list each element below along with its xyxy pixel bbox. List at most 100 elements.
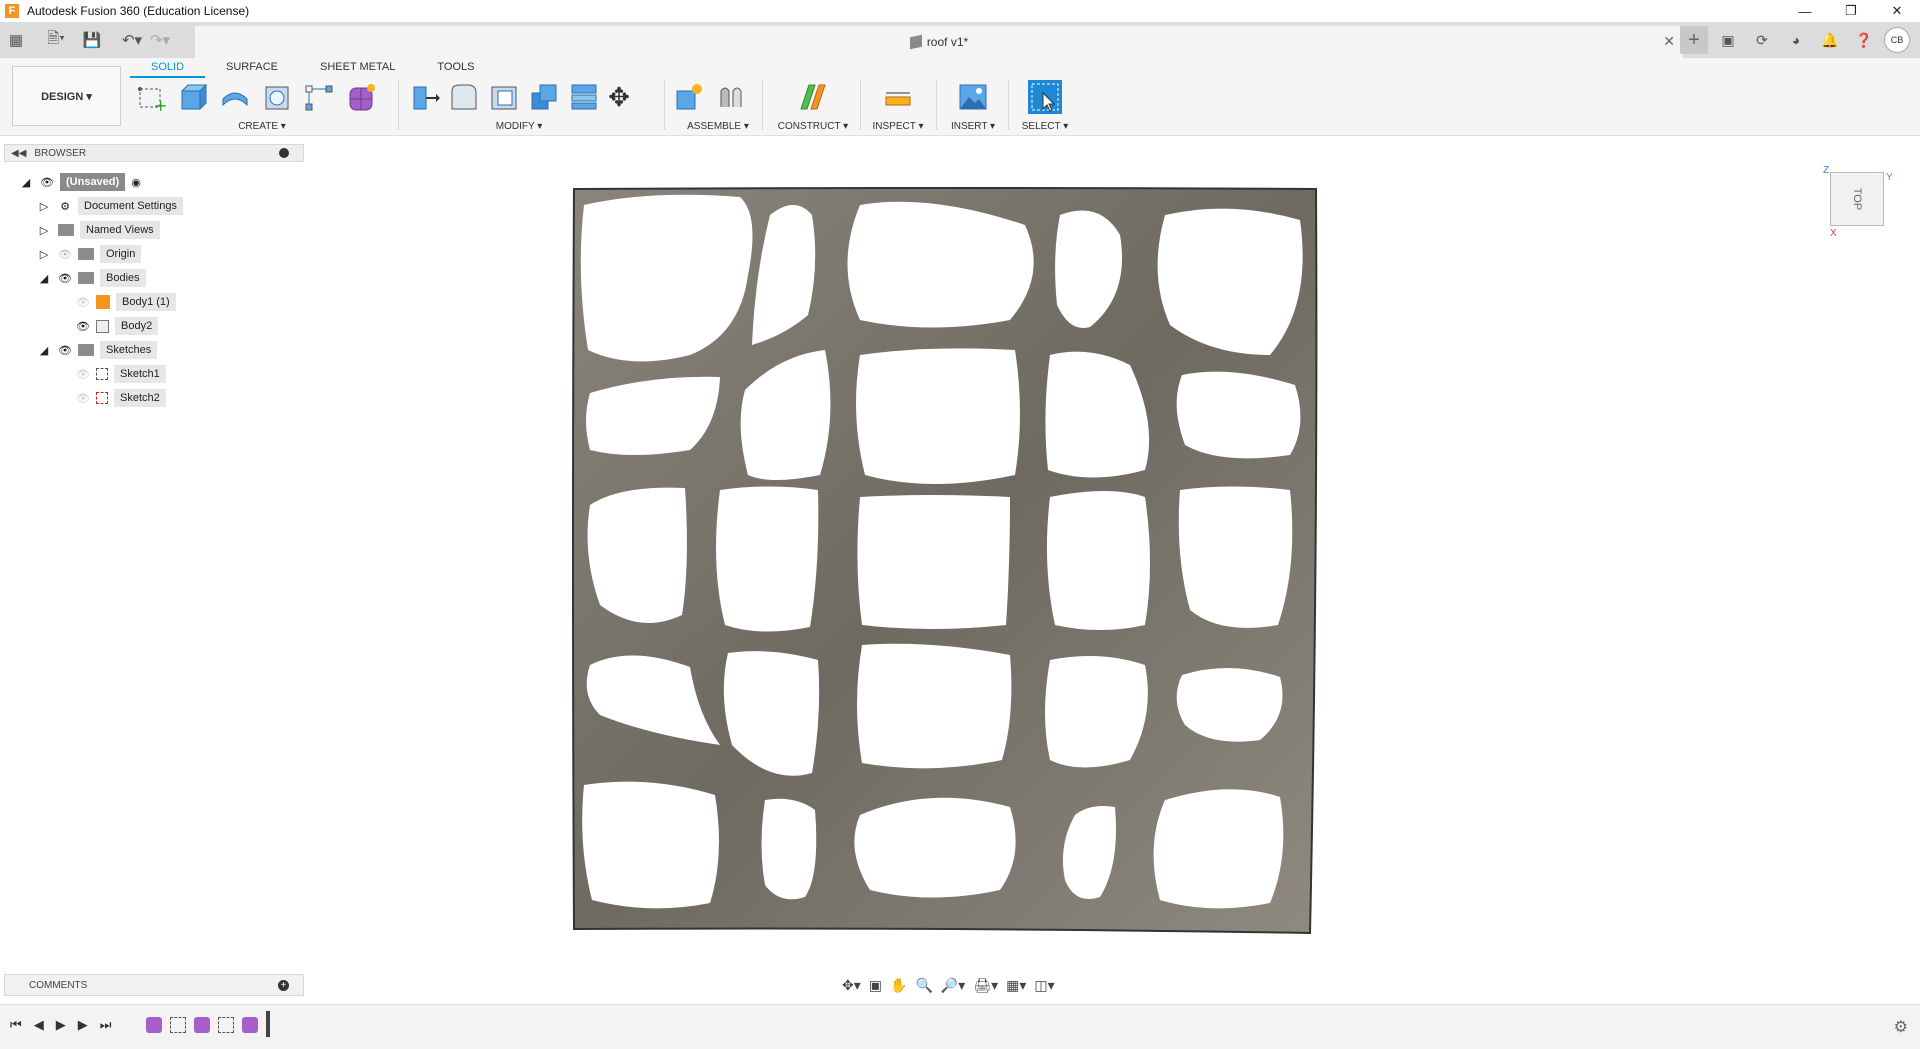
construct-menu[interactable]: CONSTRUCT ▾	[770, 121, 856, 132]
browser-minimize-icon[interactable]	[279, 148, 289, 158]
apps-grid-icon[interactable]: ▦	[2, 26, 30, 54]
pan-icon[interactable]: ✋	[890, 977, 907, 994]
visibility-eye-icon[interactable]: 👁	[58, 272, 72, 285]
select-icon[interactable]	[1028, 80, 1062, 114]
orbit-icon[interactable]: ✥▾	[842, 977, 861, 994]
step-back-icon[interactable]: ◀	[34, 1017, 44, 1033]
collapse-triangle-icon[interactable]: ◢	[20, 176, 32, 189]
tree-sketches[interactable]: ◢ 👁 Sketches	[38, 340, 158, 360]
create-form-icon[interactable]	[344, 80, 378, 114]
tree-origin[interactable]: ▷ 👁 Origin	[38, 244, 142, 264]
tree-document-settings[interactable]: ▷ ⚙ Document Settings	[38, 196, 183, 216]
play-icon[interactable]: ▶	[56, 1017, 66, 1033]
file-menu-icon[interactable]: 🗎▾	[42, 26, 70, 54]
timeline-form-feature-icon[interactable]	[146, 1017, 162, 1033]
tab-surface[interactable]: SURFACE	[205, 60, 299, 78]
restore-icon[interactable]: ❐	[1828, 0, 1874, 22]
look-at-icon[interactable]: ▣	[869, 977, 882, 994]
viewports-icon[interactable]: ◫▾	[1034, 977, 1054, 994]
tree-sketch1[interactable]: 👁 Sketch1	[76, 364, 166, 384]
svg-text:+: +	[154, 96, 167, 113]
step-forward-icon[interactable]: ▶	[78, 1017, 88, 1033]
expand-triangle-icon[interactable]: ▷	[38, 224, 50, 237]
tab-sheet-metal[interactable]: SHEET METAL	[299, 60, 416, 78]
new-component-icon[interactable]	[672, 80, 706, 114]
timeline-settings-gear-icon[interactable]: ⚙	[1894, 1017, 1908, 1037]
insert-menu[interactable]: INSERT ▾	[942, 121, 1004, 132]
zoom-window-icon[interactable]: 🔎▾	[941, 977, 965, 994]
visibility-eye-icon[interactable]: 👁	[58, 344, 72, 357]
rectangular-pattern-icon[interactable]	[302, 80, 336, 114]
assemble-menu[interactable]: ASSEMBLE ▾	[672, 121, 764, 132]
zoom-icon[interactable]: 🔍	[915, 977, 932, 994]
tree-named-views[interactable]: ▷ Named Views	[38, 220, 160, 240]
go-to-end-icon[interactable]: ⏭	[100, 1017, 112, 1033]
user-avatar[interactable]: CB	[1884, 27, 1910, 53]
move-copy-icon[interactable]: ✥	[608, 80, 630, 114]
timeline-sketch-icon[interactable]	[170, 1017, 186, 1033]
measure-icon[interactable]	[881, 80, 915, 114]
tree-sketch2[interactable]: 👁 Sketch2	[76, 388, 166, 408]
add-comment-icon[interactable]: +	[278, 980, 289, 991]
timeline-sketch-icon[interactable]	[218, 1017, 234, 1033]
close-tab-icon[interactable]: ✕	[1663, 33, 1675, 50]
grid-settings-icon[interactable]: ▦▾	[1006, 977, 1026, 994]
hidden-eye-icon[interactable]: 👁	[76, 296, 90, 309]
insert-canvas-icon[interactable]	[956, 80, 990, 114]
notifications-icon[interactable]: 🔔	[1816, 26, 1844, 54]
undo-icon[interactable]: ↶▾	[118, 26, 146, 54]
visibility-eye-icon[interactable]: 👁	[76, 320, 90, 333]
revolve-icon[interactable]	[218, 80, 252, 114]
document-tab[interactable]: roof v1* ✕	[195, 26, 1683, 58]
timeline-form-feature-icon[interactable]	[194, 1017, 210, 1033]
joint-icon[interactable]	[714, 80, 748, 114]
tree-root[interactable]: ◢ 👁 (Unsaved) ◉	[20, 172, 141, 192]
collapse-triangle-icon[interactable]: ◢	[38, 344, 50, 357]
press-pull-icon[interactable]	[408, 80, 440, 114]
data-panel-icon[interactable]: ▣	[1714, 26, 1742, 54]
axis-z-label: Z	[1823, 165, 1830, 176]
activate-radio-icon[interactable]: ◉	[131, 176, 141, 189]
tab-solid[interactable]: SOLID	[130, 60, 206, 78]
design-workspace-button[interactable]: DESIGN ▾	[12, 66, 121, 126]
select-menu[interactable]: SELECT ▾	[1014, 121, 1076, 132]
extrude-icon[interactable]	[176, 80, 210, 114]
redo-icon[interactable]: ↷▾	[146, 26, 174, 54]
tree-bodies[interactable]: ◢ 👁 Bodies	[38, 268, 146, 288]
header-right-icons: + ▣ ⟳ ◕ 🔔 ❓ CB	[1680, 26, 1910, 54]
offset-plane-icon[interactable]	[796, 80, 830, 114]
tree-body2[interactable]: 👁 Body2	[76, 316, 159, 336]
tab-tools[interactable]: TOOLS	[416, 60, 495, 78]
collapse-triangle-icon[interactable]: ◢	[38, 272, 50, 285]
go-to-start-icon[interactable]: ⏮	[10, 1017, 22, 1033]
hidden-eye-icon[interactable]: 👁	[76, 392, 90, 405]
hidden-eye-icon[interactable]: 👁	[58, 248, 72, 261]
combine-icon[interactable]	[528, 80, 560, 114]
inspect-menu[interactable]: INSPECT ▾	[866, 121, 930, 132]
hole-icon[interactable]	[260, 80, 294, 114]
help-icon[interactable]: ❓	[1850, 26, 1878, 54]
viewcube[interactable]: TOP	[1830, 172, 1884, 226]
display-settings-icon[interactable]: 🖨▾	[973, 977, 998, 994]
create-menu[interactable]: CREATE ▾	[134, 121, 390, 132]
timeline-marker-icon[interactable]	[266, 1011, 270, 1037]
expand-triangle-icon[interactable]: ▷	[38, 248, 50, 261]
canvas-roof-model[interactable]	[570, 185, 1320, 937]
hidden-eye-icon[interactable]: 👁	[76, 368, 90, 381]
expand-triangle-icon[interactable]: ▷	[38, 200, 50, 213]
fillet-icon[interactable]	[448, 80, 480, 114]
create-sketch-icon[interactable]: +	[134, 80, 168, 114]
modify-menu[interactable]: MODIFY ▾	[408, 121, 630, 132]
new-tab-icon[interactable]: +	[1680, 26, 1708, 54]
timeline-form-feature-icon[interactable]	[242, 1017, 258, 1033]
split-body-icon[interactable]	[568, 80, 600, 114]
extensions-icon[interactable]: ⟳	[1748, 26, 1776, 54]
close-window-icon[interactable]: ✕	[1874, 0, 1920, 22]
save-icon[interactable]: 💾	[78, 26, 106, 54]
shell-icon[interactable]	[488, 80, 520, 114]
visibility-eye-icon[interactable]: 👁	[40, 176, 54, 189]
minimize-icon[interactable]: —	[1782, 0, 1828, 22]
collapse-browser-icon[interactable]: ◀◀	[11, 148, 26, 159]
tree-body1[interactable]: 👁 Body1 (1)	[76, 292, 176, 312]
job-status-icon[interactable]: ◕	[1782, 26, 1810, 54]
